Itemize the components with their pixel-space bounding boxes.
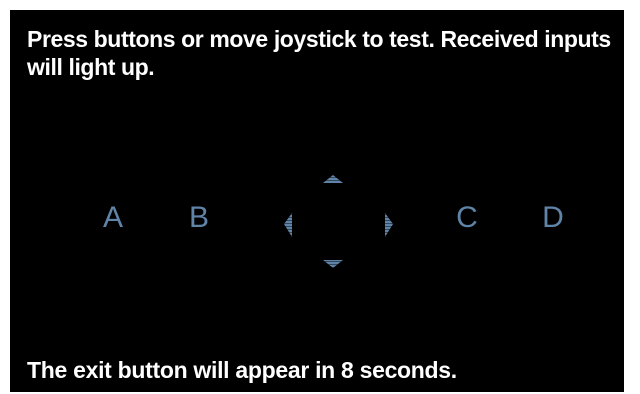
input-test-screen: Press buttons or move joystick to test. …	[10, 10, 624, 392]
joystick-right-icon	[385, 213, 393, 237]
joystick-left-icon	[284, 213, 292, 237]
instructions-text: Press buttons or move joystick to test. …	[27, 26, 611, 80]
button-d-indicator: D	[542, 201, 564, 234]
button-a-indicator: A	[102, 201, 123, 234]
exit-countdown-message: The exit button will appear in 8 seconds…	[27, 357, 457, 383]
joystick-indicator	[268, 160, 398, 270]
joystick-down-icon	[323, 260, 343, 268]
button-b-indicator: B	[188, 201, 209, 234]
joystick-up-icon	[323, 175, 343, 183]
button-c-indicator: C	[456, 201, 478, 234]
